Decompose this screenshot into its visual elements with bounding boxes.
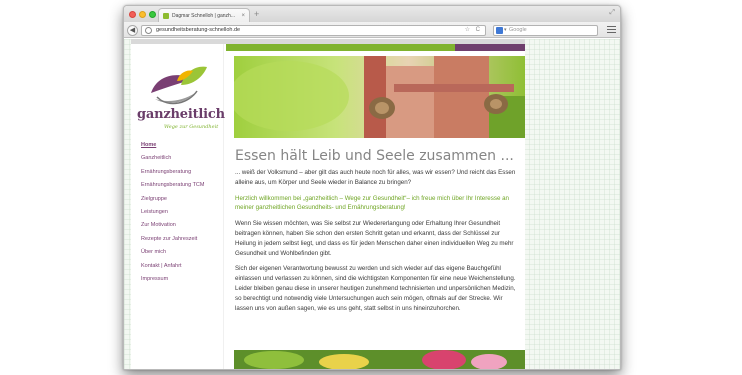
- nav-item-ernaehrungsberatung-tcm[interactable]: Ernährungsberatung TCM: [141, 179, 221, 192]
- welcome-paragraph: Herzlich willkommen bei „ganzheitlich – …: [235, 194, 509, 212]
- nav-item-rezepte[interactable]: Rezepte zur Jahreszeit: [141, 233, 221, 246]
- nav-item-ernaehrungsberatung[interactable]: Ernährungsberatung: [141, 166, 221, 179]
- new-tab-button[interactable]: +: [254, 9, 259, 19]
- site-logo[interactable]: ganzheitlich Wege zur Gesundheit: [137, 63, 225, 137]
- favicon-icon: [163, 12, 169, 19]
- search-engine-icon[interactable]: [496, 27, 503, 34]
- nav-item-leistungen[interactable]: Leistungen: [141, 206, 221, 219]
- intro-paragraph: ... weiß der Volksmund – aber gilt das a…: [235, 169, 516, 186]
- web-page: ganzheitlich Wege zur Gesundheit Home Ga…: [131, 39, 525, 369]
- tab-strip: Dagmar Schnelloh | ganzh... × + ⤢: [124, 6, 620, 22]
- nav-item-ueber-mich[interactable]: Über mich: [141, 246, 221, 259]
- header-purple-bar: [455, 44, 525, 51]
- body-paragraph-2: Sich der eigenen Verantwortung bewusst z…: [235, 265, 516, 312]
- back-button[interactable]: ◀: [127, 25, 138, 36]
- nav-item-ganzheitlich[interactable]: Ganzheitlich: [141, 152, 221, 165]
- search-placeholder: Google: [509, 27, 527, 33]
- page-headline: Essen hält Leib und Seele zusammen ...: [235, 148, 514, 164]
- minimize-window-button[interactable]: [139, 11, 146, 18]
- nav-item-motivation[interactable]: Zur Motivation: [141, 219, 221, 232]
- globe-icon: [145, 27, 152, 34]
- nav-item-home[interactable]: Home: [141, 139, 221, 152]
- hero-image: [234, 56, 525, 138]
- logo-wordmark: ganzheitlich: [137, 107, 225, 122]
- nav-item-kontakt[interactable]: Kontakt | Anfahrt: [141, 260, 221, 273]
- browser-window: Dagmar Schnelloh | ganzh... × + ⤢ ◀ gesu…: [123, 5, 621, 370]
- search-bar[interactable]: ▾ Google: [493, 25, 598, 36]
- url-text: gesundheitsberatung-schnelloh.de: [156, 27, 241, 33]
- main-content: Essen hält Leib und Seele zusammen ... .…: [235, 147, 520, 319]
- close-window-button[interactable]: [129, 11, 136, 18]
- chevron-down-icon[interactable]: ▾: [504, 26, 507, 35]
- tab-title: Dagmar Schnelloh | ganzh...: [172, 12, 236, 19]
- tab-close-icon[interactable]: ×: [241, 13, 245, 19]
- body-paragraph-1: Wenn Sie wissen möchten, was Sie selbst …: [235, 220, 514, 257]
- url-bar[interactable]: gesundheitsberatung-schnelloh.de ☆ C: [141, 25, 486, 36]
- leaf-logo-icon: [151, 66, 207, 105]
- main-navigation: Home Ganzheitlich Ernährungsberatung Ern…: [141, 139, 221, 286]
- navigation-toolbar: ◀ gesundheitsberatung-schnelloh.de ☆ C ▾…: [124, 22, 620, 38]
- bookmark-reload-icons[interactable]: ☆ C: [465, 26, 482, 35]
- browser-tab[interactable]: Dagmar Schnelloh | ganzh... ×: [158, 8, 250, 22]
- page-viewport: ganzheitlich Wege zur Gesundheit Home Ga…: [124, 39, 620, 369]
- zoom-window-button[interactable]: [149, 11, 156, 18]
- hamburger-menu-icon[interactable]: [607, 25, 616, 34]
- nav-item-impressum[interactable]: Impressum: [141, 273, 221, 286]
- fullscreen-icon[interactable]: ⤢: [609, 9, 615, 17]
- nav-item-zielgruppe[interactable]: Zielgruppe: [141, 193, 221, 206]
- logo-subtitle: Wege zur Gesundheit: [164, 124, 219, 130]
- flower-image: [234, 350, 525, 369]
